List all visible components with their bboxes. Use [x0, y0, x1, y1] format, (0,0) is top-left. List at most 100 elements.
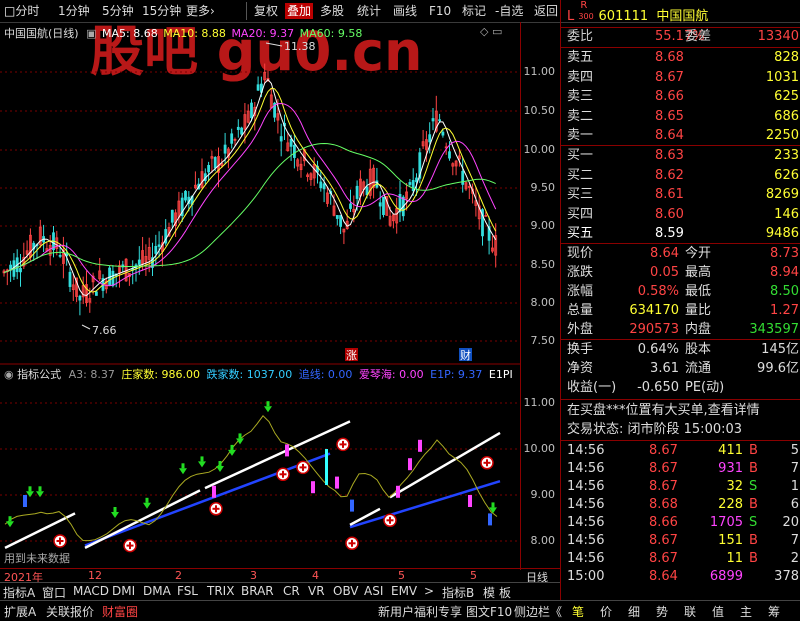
future-data-note: 用到未来数据 — [4, 552, 70, 565]
tab-ban[interactable]: 板 — [499, 584, 511, 601]
tab-trix[interactable]: TRIX — [207, 584, 234, 598]
indicator-tabbar: 指标A 窗口 MACD DMI DMA FSL TRIX BRAR CR VR … — [0, 582, 560, 601]
stat2-row: 换手 0.64% 股本 145亿 — [567, 342, 799, 357]
sidebar-toggle[interactable]: 侧边栏《 — [514, 603, 562, 620]
stock-code: 601111 — [598, 9, 649, 24]
icon-zhi[interactable]: 值 — [712, 603, 724, 620]
tab-fsl[interactable]: FSL — [177, 584, 198, 598]
ask-row-2-label: 卖二 — [567, 108, 594, 124]
tab-5min[interactable]: 5分钟 — [102, 3, 134, 19]
icon-lian[interactable]: 联 — [684, 603, 696, 620]
duogu-button[interactable]: 多股 — [320, 3, 344, 19]
bid-row-5-label: 买五 — [567, 226, 594, 241]
related-quote-button[interactable]: 关联报价 — [46, 603, 94, 620]
bid-row-1[interactable]: 买一 8.63 233 — [567, 147, 799, 165]
bid-row-3-volume: 8269 — [765, 187, 799, 202]
fortune-circle-button[interactable]: 财富圈 — [102, 603, 138, 620]
tab-mo[interactable]: 模 — [483, 584, 495, 601]
icon-xi[interactable]: 细 — [628, 603, 640, 620]
stat-row: 涨跌 0.05 最高 8.94 — [567, 265, 799, 280]
f10-button[interactable]: F10 — [429, 3, 451, 19]
tab-1min[interactable]: 1分钟 — [58, 3, 90, 19]
tick-row: 15:00 8.64 6899 378 — [567, 569, 799, 584]
bid-row-2[interactable]: 买二 8.62 626 — [567, 167, 799, 185]
news-link[interactable]: 新用户福利专享 — [378, 603, 462, 620]
bid-row-4[interactable]: 买四 8.60 146 — [567, 206, 799, 224]
ma10-label: MA10: 8.88 — [163, 27, 226, 40]
l-marker: L — [567, 9, 575, 24]
ask-row-2[interactable]: 卖二 8.65 686 — [567, 108, 799, 126]
tab-more[interactable]: 更多› — [186, 3, 215, 19]
ma60-label: MA60: 9.58 — [299, 27, 363, 40]
tab-indicator-a[interactable]: 指标A — [3, 584, 35, 601]
big-order-notice[interactable]: 在买盘***位置有大买单,查看详情 — [567, 402, 799, 420]
bid-row-2-volume: 626 — [774, 167, 799, 183]
tab-obv[interactable]: OBV — [333, 584, 359, 598]
chart-menu-icon[interactable]: ▣ — [86, 27, 96, 40]
zixuan-button[interactable]: -自选 — [495, 3, 523, 19]
tab-indicator-b[interactable]: 指标B — [442, 584, 474, 601]
bid-row-5[interactable]: 买五 8.59 9486 — [567, 225, 799, 243]
huaxian-button[interactable]: 画线 — [393, 3, 417, 19]
zhuixian-label: 追线: 0.00 — [298, 368, 353, 381]
biaoji-button[interactable]: 标记 — [462, 3, 486, 19]
chart-settings-icons[interactable]: ◇ ▭ — [480, 25, 502, 38]
back-button[interactable]: 返回 — [534, 3, 558, 19]
tab-cr[interactable]: CR — [283, 584, 300, 598]
icon-zhu[interactable]: 主 — [740, 603, 752, 620]
ask-row-1-price: 8.64 — [655, 128, 684, 143]
bid-row-4-price: 8.60 — [655, 206, 684, 222]
tab-vr[interactable]: VR — [308, 584, 325, 598]
bid-row-3-label: 买三 — [567, 187, 594, 202]
bottom-bar: 扩展A 关联报价 财富圈 新用户福利专享 图文F10 侧边栏《 笔 价 细 势 … — [0, 600, 800, 621]
icon-shi[interactable]: 势 — [656, 603, 668, 620]
tab-fenshi[interactable]: □分时 — [4, 3, 39, 19]
icon-bi[interactable]: 笔 — [572, 603, 584, 620]
tab-dma[interactable]: DMA — [143, 584, 171, 598]
diejia-button[interactable]: 叠加 — [285, 3, 314, 19]
low-price-label: 7.66 — [92, 324, 117, 337]
indicator-name[interactable]: 指标公式 — [17, 368, 61, 381]
ask-row-3-price: 8.66 — [655, 89, 684, 104]
tab-15min[interactable]: 15分钟 — [142, 3, 181, 19]
stat2-row: 净资 3.61 流通 99.6亿 — [567, 361, 799, 376]
stock-name: 中国国航 — [656, 9, 709, 24]
tongji-button[interactable]: 统计 — [357, 3, 381, 19]
price-axis: 11.00 10.50 10.00 9.50 9.00 8.50 8.00 7.… — [520, 22, 561, 570]
ask-row-5-volume: 828 — [774, 50, 799, 65]
icon-jia[interactable]: 价 — [600, 603, 612, 620]
tick-row: 14:56 8.68 228 B 6 — [567, 497, 799, 512]
fuquan-button[interactable]: 复权 — [254, 3, 278, 19]
trade-status: 交易状态: 闭市阶段 15:00:03 — [567, 422, 743, 437]
bid-row-2-label: 买二 — [567, 167, 594, 183]
stat2-row: 收益(一) -0.650 PE(动) — [567, 380, 725, 395]
indicator-header: ◉ 指标公式 A3: 8.37 庄家数: 986.00 跌家数: 1037.00… — [4, 366, 513, 382]
f10-link[interactable]: 图文F10 — [466, 603, 512, 620]
ask-row-2-price: 8.65 — [655, 108, 684, 124]
tab-more-arrow[interactable]: > — [424, 584, 434, 598]
ask-row-4[interactable]: 卖四 8.67 1031 — [567, 69, 799, 87]
ask-row-1-label: 卖一 — [567, 128, 594, 143]
kline-chart[interactable]: 股吧 gu0.cn 11.38 7.66 涨 财 — [0, 22, 520, 570]
tab-window[interactable]: 窗口 — [42, 584, 66, 601]
bid-row-5-price: 8.59 — [655, 226, 684, 241]
bid-row-3[interactable]: 买三 8.61 8269 — [567, 186, 799, 204]
ext-a-button[interactable]: 扩展A — [4, 603, 36, 620]
zhuangjia-label: 庄家数: 986.00 — [121, 368, 201, 381]
ask-row-3[interactable]: 卖三 8.66 625 — [567, 88, 799, 106]
tab-emv[interactable]: EMV — [391, 584, 417, 598]
chart-title: 中国国航(日线) — [4, 27, 79, 40]
icon-chou[interactable]: 筹 — [768, 603, 780, 620]
tab-dmi[interactable]: DMI — [112, 584, 135, 598]
ask-row-1[interactable]: 卖一 8.64 2250 — [567, 127, 799, 145]
time-axis: 2021年 12 2 3 4 5 5 日线 — [0, 568, 560, 584]
stock-header: L R 300 601111 中国国航 — [567, 0, 709, 24]
tab-macd[interactable]: MACD — [73, 584, 109, 598]
tab-asi[interactable]: ASI — [364, 584, 383, 598]
ma20-label: MA20: 9.37 — [231, 27, 295, 40]
bid-row-1-volume: 233 — [774, 148, 799, 163]
indicator-menu-icon[interactable]: ◉ — [4, 368, 14, 381]
tab-brar[interactable]: BRAR — [241, 584, 274, 598]
ask-row-5[interactable]: 卖五 8.68 828 — [567, 49, 799, 67]
e1p-label: E1P: 9.37 — [430, 368, 483, 381]
